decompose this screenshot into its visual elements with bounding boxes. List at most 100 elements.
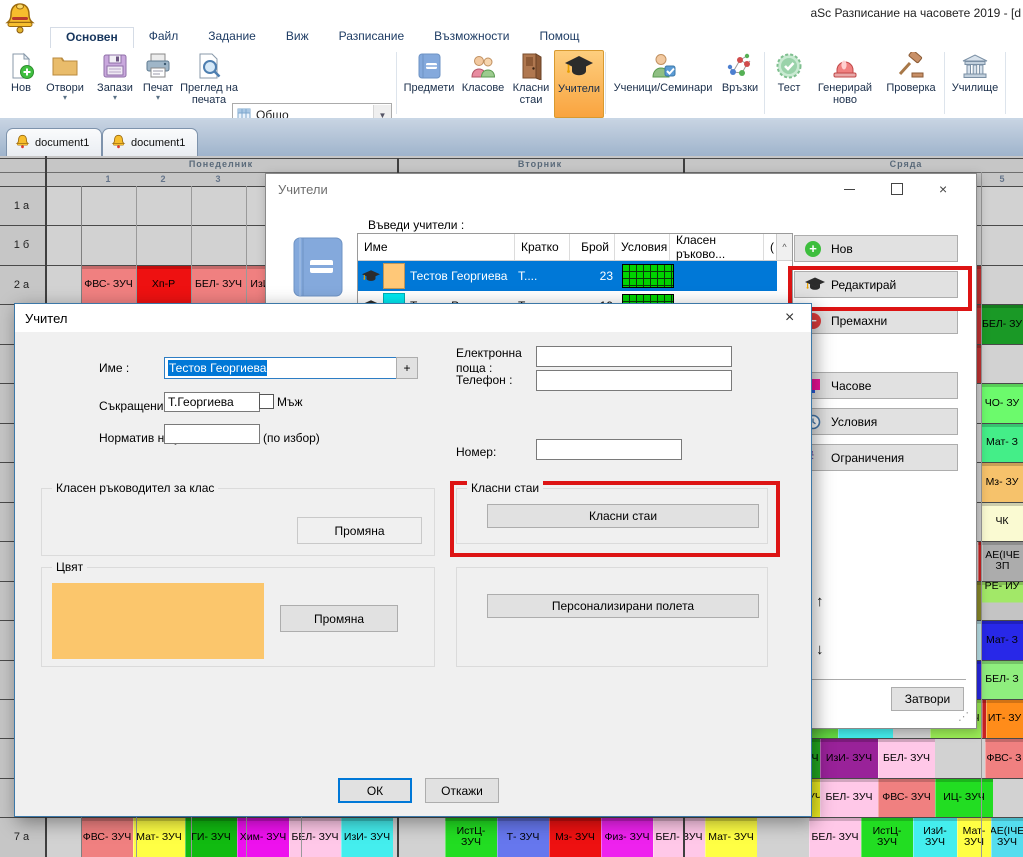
class-row-label[interactable]: 7 а [0,831,43,843]
name-input[interactable]: Тестов Георгиева [164,357,399,379]
open-dropdown-icon[interactable]: ▾ [63,94,67,102]
school-button[interactable]: Училище [948,50,1002,116]
teachers-dialog-titlebar[interactable]: Учители × [266,174,976,204]
teacher-row[interactable]: Тестов ГеоргиеваТ....23 [358,261,777,291]
close-icon[interactable]: × [939,182,947,196]
timetable-cell[interactable]: Физ- ЗУЧ [601,817,653,857]
save-button[interactable]: Запази ▾ [92,50,138,116]
scroll-up-button[interactable]: ^ [776,234,792,260]
close-dialog-button[interactable]: Затвори [891,687,964,711]
timetable-cell[interactable]: БЕЛ- ЗУЧ [191,265,246,304]
column-name[interactable]: Име [358,234,515,260]
classes-button[interactable]: Класове [458,50,508,116]
move-down-button[interactable]: ↓ [816,641,824,658]
email-input[interactable] [536,346,732,367]
new-teacher-button[interactable]: + Нов [794,235,958,262]
ribbon-tab-2[interactable]: Файл [134,27,194,48]
norm-input[interactable] [164,424,260,444]
open-button[interactable]: Отвори ▾ [40,50,90,116]
timetable-cell[interactable]: Хим- ЗУЧ [237,817,289,857]
timetable-cell[interactable]: БЕЛ- ЗУЧ [289,817,341,857]
timetable-cell[interactable]: РЕ- ИУ [981,581,1023,620]
cancel-button[interactable]: Откажи [425,778,499,803]
timetable-cell[interactable]: БЕЛ- ЗУЧ [820,778,878,817]
period-number[interactable]: 5 [999,174,1004,184]
timetable-cell[interactable]: Мз- ЗУЧ [549,817,601,857]
column-short[interactable]: Кратко [515,234,570,260]
maximize-icon[interactable] [891,183,903,195]
print-button[interactable]: Печат ▾ [138,50,178,116]
conditions-button[interactable]: Условия [794,408,958,435]
class-row-label[interactable]: 1 б [0,239,43,251]
ribbon-tab-7[interactable]: Помощ [524,27,594,48]
class-row-label[interactable]: 2 а [0,279,43,291]
custom-fields-button[interactable]: Персонализирани полета [487,594,759,618]
homeroom-change-button[interactable]: Промяна [297,517,422,544]
constraints-button[interactable]: # Ограничения [794,444,958,471]
document-tab-2[interactable]: document1 [102,128,198,156]
timetable-cell[interactable]: ИзИ- ЗУЧ [341,817,393,857]
resize-grip[interactable]: ⋰ [958,710,969,723]
color-change-button[interactable]: Промяна [280,605,398,632]
timetable-cell[interactable]: ИстЦ- ЗУЧ [445,817,497,857]
timetable-cell[interactable]: АЕ(IЧЕ ЗП [982,541,1023,581]
timetable-cell[interactable]: БЕЛ- З [981,660,1023,699]
timetable-cell[interactable]: Мат- З [981,423,1023,462]
timetable-cell[interactable]: БЕЛ- ЗУЧ [653,817,705,857]
timetable-cell[interactable]: ИстЦ- ЗУЧ [861,817,913,857]
test-button[interactable]: Тест [770,50,808,116]
ribbon-tab-3[interactable]: Задание [193,27,271,48]
timetable-cell[interactable]: ЧК [981,502,1023,541]
remove-teacher-button[interactable]: − Премахни [794,307,958,334]
asc-bell-logo-icon[interactable] [2,1,38,35]
classrooms-button[interactable]: Класни стаи [487,504,759,528]
add-name-button[interactable]: + [396,357,418,379]
timetable-cell[interactable]: ФВС- ЗУЧ [81,265,136,304]
timetable-cell[interactable]: БЕЛ- ЗУЧ [878,738,935,778]
number-input[interactable] [536,439,682,460]
period-number[interactable]: 1 [105,174,110,184]
timetable-cell[interactable]: Мз- ЗУ [981,462,1023,502]
ribbon-tab-6[interactable]: Възможности [419,27,524,48]
timetable-cell[interactable]: ФВС- ЗУЧ [81,817,133,857]
timetable-cell[interactable]: Т- ЗУЧ [497,817,549,857]
period-number[interactable]: 3 [215,174,220,184]
generate-new-button[interactable]: Генерирай ново [810,50,880,116]
timetable-cell[interactable]: ФВС- З [985,738,1023,778]
students-seminars-button[interactable]: Ученици/Семинари [610,50,716,116]
timetable-cell[interactable]: ИзИ- ЗУЧ [913,817,957,857]
timetable-cell[interactable]: Мат- ЗУЧ [133,817,185,857]
lessons-button[interactable]: Часове [794,372,958,399]
column-homeroom[interactable]: Класен ръково... [670,234,764,260]
timetable-cell[interactable]: ИТ- ЗУ [986,699,1023,738]
class-row-label[interactable]: 1 а [0,200,43,212]
timetable-cell[interactable]: ГИ- ЗУЧ [185,817,237,857]
move-up-button[interactable]: ↑ [816,593,824,610]
teachers-button-active[interactable]: Учители [554,50,604,118]
timetable-cell[interactable]: ИЦ- ЗУЧ [935,778,993,817]
document-tab-1[interactable]: document1 [6,128,102,156]
classrooms-button[interactable]: Класни стаи [510,50,552,116]
abbreviation-input[interactable]: Т.Георгиева [164,392,260,412]
new-button[interactable]: Нов [4,50,38,116]
ribbon-tab-4[interactable]: Виж [271,27,324,48]
save-dropdown-icon[interactable]: ▾ [113,94,117,102]
ribbon-tab-5[interactable]: Разписание [324,27,420,48]
timetable-cell[interactable]: БЕЛ- ЗУ [981,304,1023,344]
print-dropdown-icon[interactable]: ▾ [156,94,160,102]
timetable-cell[interactable]: ФВС- ЗУЧ [878,778,935,817]
print-preview-button[interactable]: Преглед на печата [180,50,238,116]
phone-input[interactable] [536,370,732,391]
timetable-cell[interactable]: Мат- З [981,620,1023,660]
timetable-cell[interactable]: БЕЛ- ЗУЧ [809,817,861,857]
subjects-button[interactable]: Предмети [402,50,456,116]
timetable-cell[interactable]: ЧО- ЗУ [981,383,1023,423]
period-number[interactable]: 2 [160,174,165,184]
timetable-cell[interactable]: Мат- ЗУЧ [957,817,991,857]
close-icon[interactable]: × [785,309,794,327]
timetable-cell[interactable]: Мат- ЗУЧ [705,817,757,857]
ok-button[interactable]: ОК [338,778,412,803]
minimize-icon[interactable] [844,189,855,190]
timetable-cell[interactable]: Хп-Р [136,265,191,304]
male-checkbox[interactable] [259,394,274,409]
